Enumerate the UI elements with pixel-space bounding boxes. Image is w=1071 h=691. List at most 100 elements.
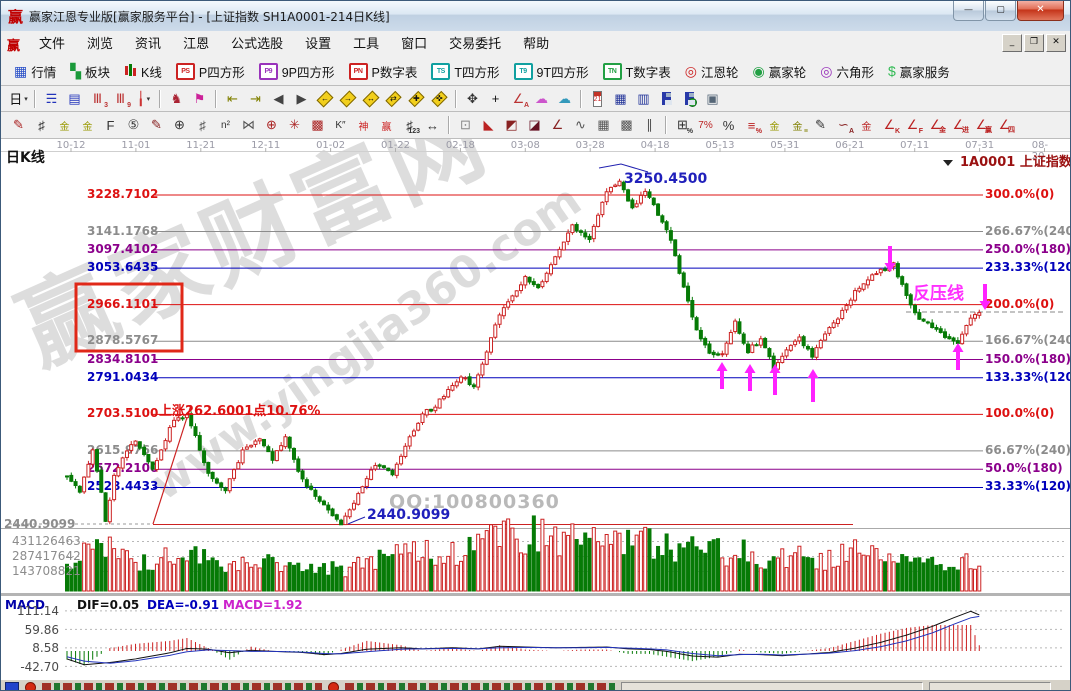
- shift-right-icon[interactable]: →: [337, 89, 358, 109]
- shen-tool-icon[interactable]: 神: [353, 115, 374, 135]
- menu-item-8[interactable]: 交易委托: [438, 32, 512, 57]
- wolf-icon[interactable]: ♞: [166, 89, 187, 109]
- mdi-close-button[interactable]: ✕: [1046, 34, 1066, 52]
- pencil-tool-icon[interactable]: ✎: [8, 115, 29, 135]
- golden-section-icon[interactable]: 金: [856, 115, 877, 135]
- angle-measure-icon[interactable]: ∠A: [508, 89, 529, 109]
- four-angle-icon[interactable]: ∠四: [994, 115, 1015, 135]
- symbol-dropdown-icon[interactable]: [943, 160, 953, 166]
- 9t-square-button[interactable]: T99T四方形: [507, 60, 596, 83]
- spiral-tool-icon[interactable]: ⑤: [123, 115, 144, 135]
- calendar-icon[interactable]: 21: [587, 89, 608, 109]
- save-icon[interactable]: [656, 89, 677, 109]
- pan-hand-icon[interactable]: ✥: [462, 89, 483, 109]
- title-bar[interactable]: 赢 赢家江恩专业版[赢家服务平台] - [上证指数 SH1A0001-214日K…: [1, 1, 1070, 32]
- export-icon[interactable]: [679, 89, 700, 109]
- menu-item-3[interactable]: 江恩: [172, 32, 220, 57]
- seven-percent-icon[interactable]: 7%: [695, 115, 716, 135]
- candle-style-dropdown[interactable]: ╽▾: [133, 89, 154, 109]
- k-angle-icon[interactable]: ∠K: [879, 115, 900, 135]
- brush-pen-icon[interactable]: ✎: [810, 115, 831, 135]
- price-ruler-icon[interactable]: ♯: [31, 115, 52, 135]
- center-view-icon[interactable]: ✜: [429, 89, 450, 109]
- marker-pen-icon[interactable]: ✎: [146, 115, 167, 135]
- n-squared-icon[interactable]: n²: [215, 115, 236, 135]
- menu-item-1[interactable]: 浏览: [76, 32, 124, 57]
- golden-circle-icon[interactable]: 金: [764, 115, 785, 135]
- win-tool-icon[interactable]: 赢: [376, 115, 397, 135]
- crosshair-icon[interactable]: +: [485, 89, 506, 109]
- hexagon-button[interactable]: ◎六角形: [813, 60, 881, 83]
- winner-wheel-button[interactable]: ◉赢家轮: [745, 60, 813, 83]
- menu-item-5[interactable]: 设置: [294, 32, 342, 57]
- expand-x-icon[interactable]: ↔: [360, 89, 381, 109]
- gann-web-icon[interactable]: ▩: [307, 115, 328, 135]
- t-square-button[interactable]: TST四方形: [424, 60, 506, 83]
- zigzag-icon[interactable]: ∿: [570, 115, 591, 135]
- period-day-dropdown[interactable]: 日▾: [8, 89, 29, 109]
- percent-table-icon[interactable]: ⊞%: [672, 115, 693, 135]
- f-angle-icon[interactable]: ∠F: [902, 115, 923, 135]
- width-measure-icon[interactable]: ↔: [422, 115, 443, 135]
- symbol-label[interactable]: 1A0001 上证指数: [960, 151, 1070, 170]
- sectors-button[interactable]: ▚板块: [63, 60, 117, 83]
- bars-9-icon[interactable]: Ⅲ9: [110, 89, 131, 109]
- shaded-square-icon[interactable]: ◩: [501, 115, 522, 135]
- status-symbol-panel[interactable]: [929, 682, 1051, 690]
- menu-item-9[interactable]: 帮助: [512, 32, 560, 57]
- 9p-square-button[interactable]: P99P四方形: [252, 60, 342, 83]
- win-angle-icon[interactable]: ∠赢: [971, 115, 992, 135]
- color-flag-icon[interactable]: ⚑: [189, 89, 210, 109]
- box-tool-icon[interactable]: ⊡: [455, 115, 476, 135]
- time-ruler-icon[interactable]: ♯: [192, 115, 213, 135]
- fib-ruler-icon[interactable]: F: [100, 115, 121, 135]
- p-square-button[interactable]: PSP四方形: [169, 60, 252, 83]
- quotes-button[interactable]: ▦行情: [7, 60, 63, 83]
- mirror-angle-icon[interactable]: ⋈: [238, 115, 259, 135]
- golden-angle-icon[interactable]: ∠金: [925, 115, 946, 135]
- t-table-button[interactable]: TNT数字表: [596, 60, 678, 83]
- cloud-pink-icon[interactable]: ☁: [531, 89, 552, 109]
- minimize-button[interactable]: —: [953, 1, 984, 21]
- mdi-restore-button[interactable]: ❐: [1024, 34, 1044, 52]
- menu-item-7[interactable]: 窗口: [390, 32, 438, 57]
- shift-left-icon[interactable]: ←: [314, 89, 335, 109]
- chart-area[interactable]: 赢家财富网 www.yingjia360.com QQ:100800360 10…: [1, 139, 1070, 679]
- grid9-tool-icon[interactable]: ▩: [616, 115, 637, 135]
- calculator-icon[interactable]: ▦: [610, 89, 631, 109]
- angle-fan-icon[interactable]: ∠: [547, 115, 568, 135]
- expand-all-icon[interactable]: ✚: [406, 89, 427, 109]
- percent-icon[interactable]: %: [718, 115, 739, 135]
- advance-angle-icon[interactable]: ∠进: [948, 115, 969, 135]
- close-button[interactable]: ✕: [1017, 1, 1064, 21]
- winner-service-button[interactable]: $赢家服务: [881, 60, 957, 83]
- last-bar-icon[interactable]: ⇥: [245, 89, 266, 109]
- count-ruler-icon[interactable]: ♯123: [399, 115, 420, 135]
- print-icon[interactable]: ▣: [702, 89, 723, 109]
- gann-wheel-button[interactable]: ◎江恩轮: [678, 60, 746, 83]
- next-bar-icon[interactable]: ▶: [291, 89, 312, 109]
- menu-item-6[interactable]: 工具: [342, 32, 390, 57]
- a-wave-icon[interactable]: ∽A: [833, 115, 854, 135]
- pattern-window-icon[interactable]: ☴: [41, 89, 62, 109]
- compress-x-icon[interactable]: ⇄: [383, 89, 404, 109]
- maximize-button[interactable]: ▢: [985, 1, 1016, 21]
- gann-compass-icon[interactable]: ⊕: [261, 115, 282, 135]
- gann-star-icon[interactable]: ✳: [284, 115, 305, 135]
- parallel-lines-icon[interactable]: ∥: [639, 115, 660, 135]
- percent-lines-icon[interactable]: ≡%: [741, 115, 762, 135]
- golden-lines-icon[interactable]: 金≡: [787, 115, 808, 135]
- report-icon[interactable]: ▥: [633, 89, 654, 109]
- grid-tool-icon[interactable]: ▦: [593, 115, 614, 135]
- menu-item-4[interactable]: 公式选股: [220, 32, 294, 57]
- kline-button[interactable]: K线: [117, 60, 169, 83]
- p-table-button[interactable]: PNP数字表: [342, 60, 425, 83]
- mdi-minimize-button[interactable]: _: [1002, 34, 1022, 52]
- wave-mark-icon[interactable]: K″: [330, 115, 351, 135]
- golden-ruler2-icon[interactable]: 金: [77, 115, 98, 135]
- golden-ruler-icon[interactable]: 金: [54, 115, 75, 135]
- prev-bar-icon[interactable]: ◀: [268, 89, 289, 109]
- first-bar-icon[interactable]: ⇤: [222, 89, 243, 109]
- bars-3-icon[interactable]: Ⅲ3: [87, 89, 108, 109]
- menu-item-2[interactable]: 资讯: [124, 32, 172, 57]
